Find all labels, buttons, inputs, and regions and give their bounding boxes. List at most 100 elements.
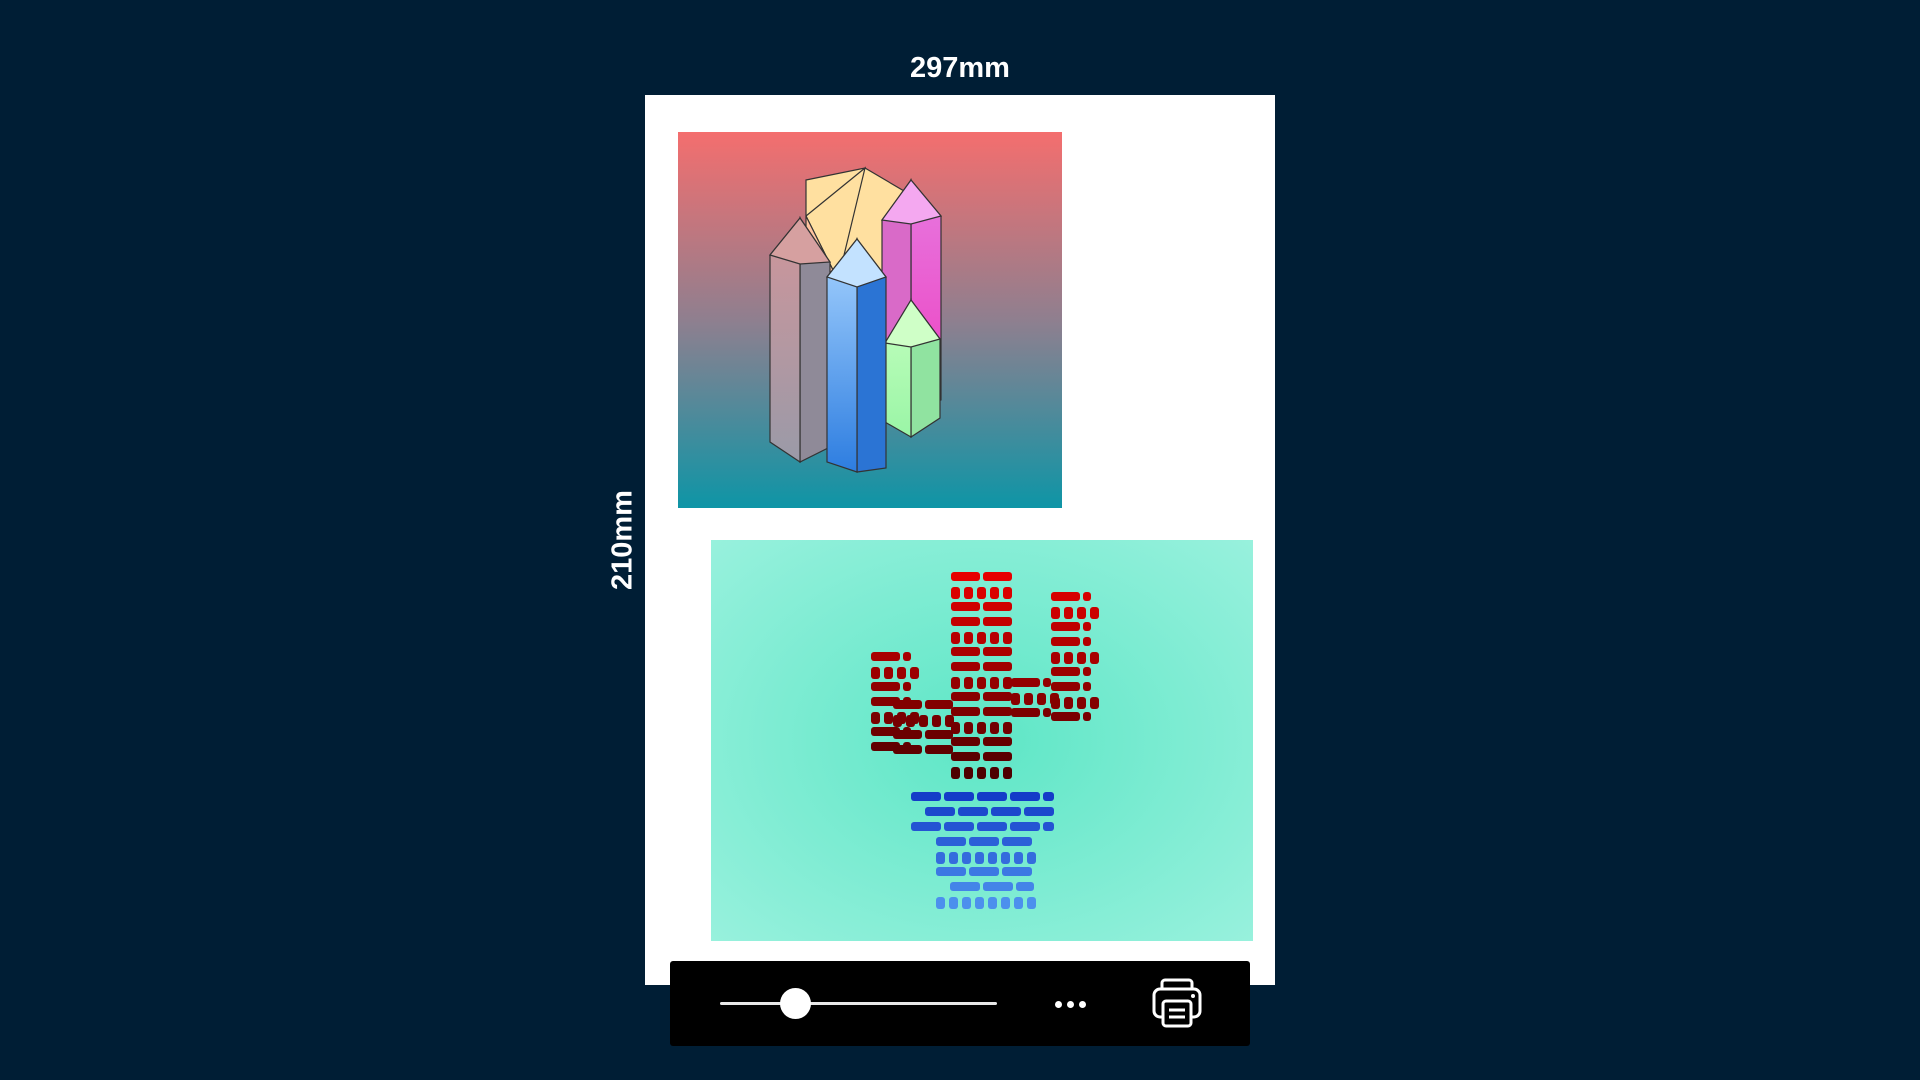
cactus-brick (1027, 897, 1036, 909)
cactus-brick (1077, 607, 1086, 619)
cactus-brick (983, 707, 1012, 716)
cactus-brick (1083, 592, 1091, 601)
cactus-brick (925, 700, 953, 709)
cactus-brick (1003, 767, 1012, 779)
cactus-brick (1011, 678, 1040, 687)
cactus-brick (1003, 677, 1012, 689)
cactus-brick (944, 792, 974, 801)
cactus-brick (990, 632, 999, 644)
cactus-brick (964, 632, 973, 644)
cactus-brick (1083, 682, 1091, 691)
cactus-brick (1043, 678, 1051, 687)
cactus-brick (951, 737, 980, 746)
cactus-brick (949, 897, 958, 909)
cactus-brick (936, 867, 966, 876)
cactus-brick (1077, 697, 1086, 709)
cactus-brick (991, 807, 1021, 816)
cactus-brick (1077, 652, 1086, 664)
cactus-brick (910, 667, 919, 679)
cactus-brick (925, 745, 953, 754)
cactus-brick (1051, 712, 1080, 721)
cactus-brick (983, 882, 1013, 891)
cactus-brick (977, 677, 986, 689)
cactus-brick (1051, 682, 1080, 691)
zoom-slider-thumb[interactable] (779, 988, 811, 1019)
cactus-brick (990, 677, 999, 689)
cactus-brick (1003, 587, 1012, 599)
cactus-brick (958, 807, 988, 816)
cactus-brick (884, 712, 893, 724)
cactus-brick (1051, 592, 1080, 601)
more-dot (1066, 1000, 1074, 1008)
cactus-brick (964, 677, 973, 689)
brick-cactus-illustration (871, 572, 1099, 909)
crystals-artwork (678, 132, 1062, 508)
cactus-brick (936, 852, 945, 864)
cactus-brick (983, 752, 1012, 761)
cactus-brick (1064, 652, 1073, 664)
cactus-brick (871, 712, 880, 724)
cactus-brick (1051, 637, 1080, 646)
cactus-brick (919, 715, 928, 727)
cactus-brick (951, 632, 960, 644)
cactus-brick (1010, 792, 1040, 801)
cactus-brick (990, 587, 999, 599)
cactus-brick (1043, 792, 1054, 801)
cactus-brick (1002, 867, 1032, 876)
cactus-brick (1043, 822, 1054, 831)
cactus-brick (983, 662, 1012, 671)
cactus-brick (977, 722, 986, 734)
print-button[interactable] (1150, 977, 1204, 1029)
cactus-brick (1003, 722, 1012, 734)
cactus-brick (893, 700, 922, 709)
cactus-brick (983, 602, 1012, 611)
cactus-brick (1051, 622, 1080, 631)
cactus-brick (951, 572, 980, 581)
cactus-brick (990, 722, 999, 734)
cactus-brick (975, 852, 984, 864)
cactus-brick (951, 587, 960, 599)
printer-icon (1152, 978, 1202, 1028)
cactus-brick (893, 715, 902, 727)
page-height-label: 210mm (606, 490, 639, 590)
cactus-brick (936, 897, 945, 909)
cactus-brick (977, 822, 1007, 831)
cactus-brick (1001, 897, 1010, 909)
cactus-brick (964, 722, 973, 734)
cactus-brick (951, 602, 980, 611)
cactus-brick (951, 707, 980, 716)
more-dot (1078, 1000, 1086, 1008)
cactus-brick (969, 837, 999, 846)
cactus-brick (1051, 652, 1060, 664)
cactus-brick (1024, 807, 1054, 816)
cactus-brick (951, 767, 960, 779)
cactus-brick (977, 587, 986, 599)
cactus-brick (1016, 882, 1034, 891)
cactus-brick (893, 730, 922, 739)
cactus-brick (1002, 837, 1032, 846)
cactus-brick (871, 682, 900, 691)
preview-toolbar (670, 961, 1250, 1046)
cactus-brick (897, 667, 906, 679)
more-horizontal-icon (1054, 1000, 1062, 1008)
cactus-brick (1043, 708, 1051, 717)
cactus-brick (977, 767, 986, 779)
cactus-brick (1064, 607, 1073, 619)
print-preview-page (645, 95, 1275, 985)
cactus-brick (962, 852, 971, 864)
more-options-button[interactable] (1045, 986, 1095, 1022)
cactus-brick (903, 682, 911, 691)
cactus-brick (983, 692, 1012, 701)
cactus-brick (1014, 897, 1023, 909)
cactus-brick (983, 572, 1012, 581)
cactus-brick (1083, 622, 1091, 631)
cactus-brick (911, 792, 941, 801)
zoom-slider-track[interactable] (720, 1002, 997, 1005)
cactus-brick (1001, 852, 1010, 864)
cactus-brick (969, 867, 999, 876)
cactus-brick (1011, 693, 1020, 705)
cactus-brick (1011, 708, 1040, 717)
cactus-brick (1051, 697, 1060, 709)
cactus-brick (1003, 632, 1012, 644)
cactus-artwork (711, 540, 1253, 941)
